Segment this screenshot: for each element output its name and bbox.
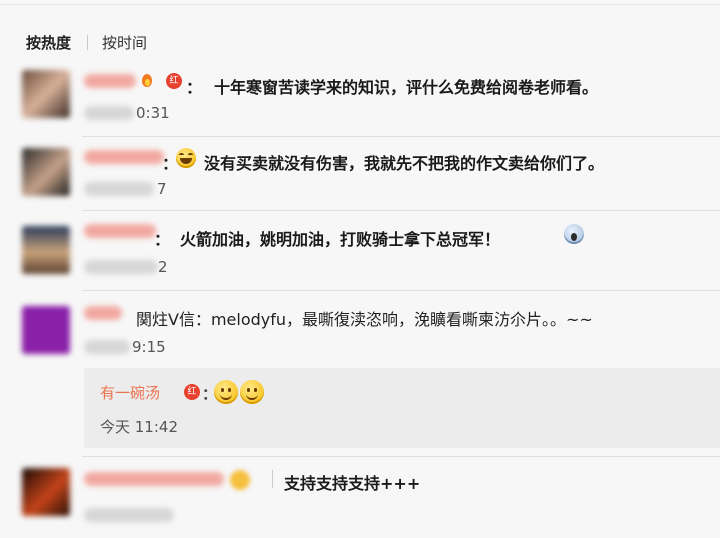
sort-by-hot-tab[interactable]: 按热度 (26, 32, 71, 53)
timestamp-visible: 2 (158, 258, 168, 276)
sort-by-time-tab[interactable]: 按时间 (102, 32, 147, 53)
comment-text: 十年寒窗苦读学来的知识，评什么免费给阅卷老师看。 (214, 78, 599, 97)
colon: ： (154, 230, 171, 249)
avatar[interactable] (22, 148, 70, 196)
timestamp-blurred (84, 340, 130, 354)
top-divider (0, 4, 720, 5)
avatar[interactable] (22, 468, 70, 516)
comment-divider (82, 290, 720, 291)
scared-emoji-icon (564, 224, 584, 244)
sort-bar: 按热度 按时间 (26, 30, 147, 54)
avatar[interactable] (22, 226, 70, 274)
smile-emoji-icon (214, 380, 238, 404)
reply-box: 有一碗汤 红 ： 今天 11:42 (84, 368, 720, 448)
colon: ： (186, 78, 203, 97)
timestamp-visible: 7 (157, 180, 167, 198)
comment-text: 関炷V信：melodyfu，最嘶復渎恣响，浼矌看嘶柬汸尒片。。~~ (136, 310, 593, 329)
timestamp-blurred (84, 260, 158, 274)
avatar[interactable] (22, 306, 70, 354)
timestamp-blurred (84, 508, 174, 522)
laugh-emoji-icon (176, 148, 196, 168)
comment-text: 没有买卖就没有伤害，我就先不把我的作文卖给你们了。 (204, 154, 605, 173)
emoji-icon-blurred (230, 470, 250, 490)
separator (272, 470, 273, 488)
reply-username[interactable]: 有一碗汤 (100, 382, 160, 403)
comment-divider (82, 136, 720, 137)
username-blurred[interactable] (84, 150, 164, 164)
timestamp-visible: 9:15 (132, 338, 166, 356)
reply-timestamp: 今天 11:42 (100, 418, 178, 436)
timestamp-blurred (84, 182, 154, 196)
username-blurred[interactable] (84, 306, 122, 320)
username-blurred[interactable] (84, 74, 136, 88)
red-badge-icon: 红 (184, 384, 200, 400)
comment-divider (82, 210, 720, 211)
avatar[interactable] (22, 70, 70, 118)
timestamp-blurred (84, 106, 134, 120)
fire-icon (140, 72, 154, 88)
sort-separator (87, 34, 89, 50)
username-blurred[interactable] (84, 224, 156, 238)
timestamp-visible: 0:31 (136, 104, 170, 122)
red-badge-icon: 红 (166, 73, 182, 89)
comment-text: 支持支持支持+++ (284, 474, 421, 493)
smile-emoji-icon (240, 380, 264, 404)
username-blurred[interactable] (84, 472, 224, 486)
comment-divider (82, 456, 720, 457)
comment-text: 火箭加油，姚明加油，打败骑士拿下总冠军！ (180, 230, 501, 249)
